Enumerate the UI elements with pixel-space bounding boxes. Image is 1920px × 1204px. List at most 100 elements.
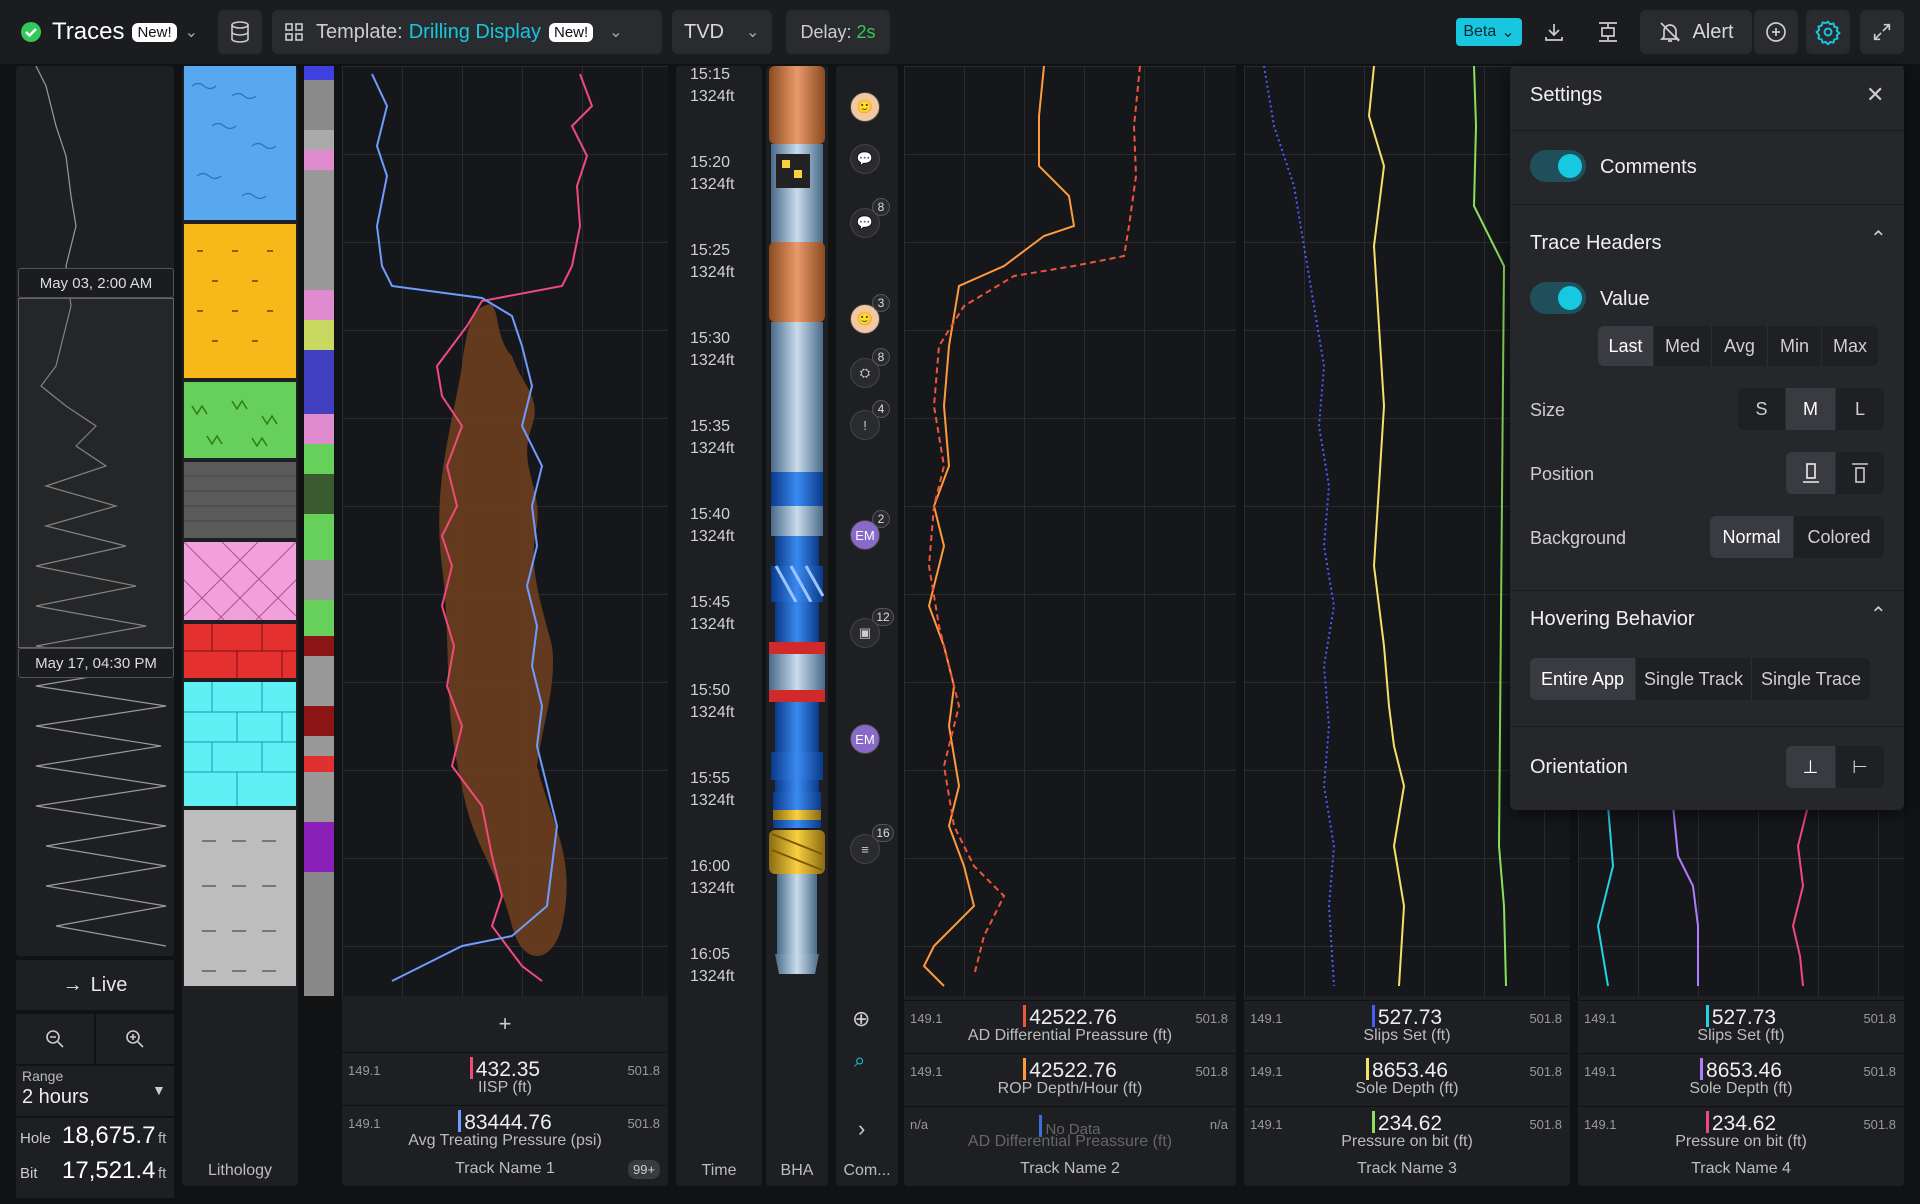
delay-control[interactable]: Delay: 2s <box>786 10 890 54</box>
template-name: Drilling Display <box>408 20 541 43</box>
chevron-down-icon: ⌄ <box>184 24 199 41</box>
trace-color-swatch <box>1023 1058 1027 1080</box>
trace-header[interactable]: 149.1 501.8 8653.46 Sole Depth (ft) <box>1578 1053 1904 1105</box>
comments-toggle-label: Comments <box>1600 156 1697 178</box>
size-option[interactable]: S <box>1738 388 1786 430</box>
trace-header[interactable]: 149.1 501.8 432.35 IISP (ft) <box>342 1052 668 1104</box>
overview-date-start[interactable]: May 03, 2:00 AM <box>18 268 174 298</box>
live-button[interactable]: → Live <box>16 960 174 1010</box>
chevron-down-icon: ⌄ <box>746 24 760 41</box>
formation-strip[interactable] <box>304 66 334 996</box>
hover-option[interactable]: Entire App <box>1530 658 1636 700</box>
track-1-name: Track Name 1 <box>455 1160 555 1177</box>
comments-toggle[interactable] <box>1530 150 1586 182</box>
stat-option[interactable]: Last <box>1598 326 1654 366</box>
chevron-right-icon[interactable]: › <box>858 1116 865 1142</box>
trace-color-swatch <box>1700 1058 1704 1080</box>
background-option[interactable]: Colored <box>1794 516 1884 558</box>
add-comment-icon[interactable]: ⊕ <box>852 1006 870 1032</box>
position-top-icon[interactable] <box>1836 452 1884 494</box>
user-avatar[interactable]: 🙂 <box>850 92 880 122</box>
stat-option[interactable]: Min <box>1768 326 1822 366</box>
lithology-strip[interactable] <box>182 66 298 996</box>
hover-selector[interactable]: Entire App Single Track Single Trace <box>1530 658 1870 700</box>
trace-header[interactable]: 149.1 501.8 83444.76 Avg Treating Pressure … <box>342 1105 668 1157</box>
value-toggle[interactable] <box>1530 282 1586 314</box>
template-selector[interactable]: Template: Drilling Display New! ⌄ <box>272 10 662 54</box>
comments-label: Com... <box>843 1162 891 1179</box>
time-tick-time: 15:30 <box>690 330 731 347</box>
size-option[interactable]: M <box>1786 388 1836 430</box>
position-selector[interactable] <box>1786 452 1884 494</box>
time-tick: 15:15 1324ft <box>690 64 734 108</box>
caret-down-icon: ▼ <box>152 1082 166 1098</box>
delay-value: 2s <box>856 21 876 42</box>
fit-button[interactable] <box>1586 10 1630 54</box>
trace-header[interactable]: 149.1 501.8 42522.76 ROP Depth/Hour (ft) <box>904 1053 1236 1105</box>
background-selector[interactable]: Normal Colored <box>1710 516 1884 558</box>
track-2-curves[interactable] <box>904 66 1236 996</box>
stat-option[interactable]: Avg <box>1712 326 1768 366</box>
settings-button[interactable] <box>1806 10 1850 54</box>
stat-option[interactable]: Med <box>1654 326 1712 366</box>
trace-value: 432.35 <box>475 1058 541 1081</box>
zoom-out-button[interactable] <box>16 1014 94 1064</box>
time-tick-depth: 1324ft <box>690 880 735 897</box>
time-tick: 15:45 1324ft <box>690 592 734 636</box>
size-label: Size <box>1530 400 1566 420</box>
bha-diagram[interactable] <box>766 66 828 986</box>
chevron-up-icon[interactable]: ⌃ <box>1870 226 1887 251</box>
time-tick-time: 15:40 <box>690 506 731 523</box>
size-option[interactable]: L <box>1836 388 1884 430</box>
time-tick: 15:20 1324ft <box>690 152 734 196</box>
stat-option[interactable]: Max <box>1822 326 1878 366</box>
position-bottom-icon[interactable] <box>1786 452 1836 494</box>
stat-selector[interactable]: Last Med Avg Min Max <box>1598 326 1878 366</box>
lithology-label: Lithology <box>207 1162 273 1179</box>
range-selector[interactable]: Range 2 hours ▼ <box>16 1066 174 1116</box>
trace-value: 527.73 <box>1377 1006 1443 1029</box>
zoom-in-button[interactable] <box>96 1014 174 1064</box>
track-1-curves[interactable] <box>342 66 668 996</box>
time-tick-depth: 1324ft <box>690 264 735 281</box>
orientation-selector[interactable]: ⊥ ⊢ <box>1786 746 1884 788</box>
position-label: Position <box>1530 464 1595 484</box>
chevron-up-icon[interactable]: ⌃ <box>1870 602 1887 627</box>
user-initials-avatar[interactable]: EM <box>850 724 880 754</box>
download-button[interactable] <box>1532 10 1576 54</box>
hover-option[interactable]: Single Track <box>1636 658 1752 700</box>
trace-label: Sole Depth (ft) <box>1355 1080 1459 1097</box>
add-track-button[interactable] <box>1754 10 1798 54</box>
depth-mode-selector[interactable]: TVD ⌄ <box>672 10 772 54</box>
trace-header[interactable]: 149.1 501.8 234.62 Pressure on bit (ft) <box>1244 1106 1570 1158</box>
overview-range-window[interactable] <box>18 298 174 648</box>
app-menu[interactable]: Traces New! ⌄ <box>10 10 210 54</box>
trace-header[interactable]: 149.1 501.8 8653.46 Sole Depth (ft) <box>1244 1053 1570 1105</box>
comment-icon[interactable]: 💬 <box>850 144 880 174</box>
database-icon <box>231 21 249 43</box>
trace-header[interactable]: n/a n/a No Data AD Differential Preassure (… <box>904 1106 1236 1158</box>
track-1-add-trace-button[interactable]: + <box>342 1000 668 1048</box>
time-tick-time: 15:35 <box>690 418 731 435</box>
orientation-vertical-icon[interactable]: ⊥ <box>1786 746 1836 788</box>
comment-count-badge: 3 <box>872 294 890 312</box>
trace-headers-title: Trace Headers <box>1530 232 1662 254</box>
size-selector[interactable]: S M L <box>1738 388 1884 430</box>
search-icon[interactable]: ⌕ <box>854 1050 865 1073</box>
beta-selector[interactable]: Beta ⌄ <box>1456 18 1522 46</box>
alert-button[interactable]: Alert <box>1640 10 1752 54</box>
orientation-horizontal-icon[interactable]: ⊢ <box>1836 746 1884 788</box>
database-button[interactable] <box>218 10 262 54</box>
trace-label: AD Differential Preassure (ft) <box>967 1027 1173 1044</box>
fullscreen-button[interactable] <box>1860 10 1904 54</box>
close-icon[interactable]: ✕ <box>1866 82 1884 108</box>
trace-header[interactable]: 149.1 501.8 527.73 Slips Set (ft) <box>1578 1000 1904 1052</box>
trace-header[interactable]: 149.1 501.8 234.62 Pressure on bit (ft) <box>1578 1106 1904 1158</box>
trace-header[interactable]: 149.1 501.8 42522.76 AD Differential Preass… <box>904 1000 1236 1052</box>
trace-header[interactable]: 149.1 501.8 527.73 Slips Set (ft) <box>1244 1000 1570 1052</box>
hover-option[interactable]: Single Trace <box>1752 658 1870 700</box>
background-option[interactable]: Normal <box>1710 516 1794 558</box>
trace-color-swatch <box>1371 1005 1375 1027</box>
overview-date-end[interactable]: May 17, 04:30 PM <box>18 648 174 678</box>
comment-count-badge: 8 <box>872 198 890 216</box>
